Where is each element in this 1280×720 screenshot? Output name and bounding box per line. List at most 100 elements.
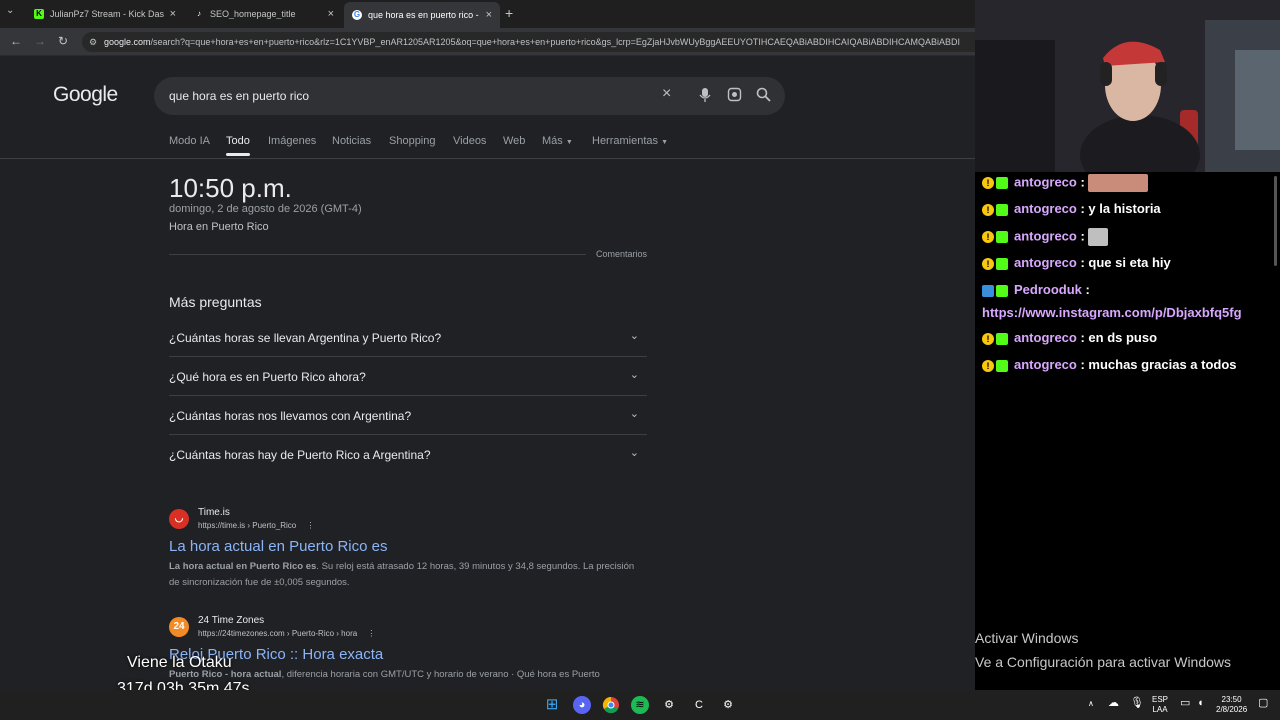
- badge-icon: !: [982, 359, 994, 372]
- chevron-up-icon[interactable]: ∧: [1088, 699, 1094, 709]
- clear-icon[interactable]: ×: [662, 85, 671, 103]
- url-field[interactable]: ⚙ google.com/search?q=que+hora+es+en+pue…: [82, 32, 975, 52]
- result-title[interactable]: La hora actual en Puerto Rico es: [169, 538, 387, 555]
- tab-modo-ia[interactable]: Modo IA: [169, 135, 210, 147]
- time-location: Hora en Puerto Rico: [169, 221, 269, 233]
- browser-tab-bar: ⌄ K JulianPz7 Stream - Kick Dashbo × ♪ S…: [0, 0, 975, 28]
- search-input[interactable]: que hora es en puerto rico: [169, 89, 309, 103]
- chevron-down-icon: ⌄: [629, 369, 639, 381]
- ccleaner-icon[interactable]: C: [690, 696, 708, 714]
- tab-kick-dashboard[interactable]: K JulianPz7 Stream - Kick Dashbo ×: [26, 4, 184, 24]
- divider: [0, 158, 975, 159]
- tab-herramientas[interactable]: Herramientas ▼: [592, 135, 668, 147]
- webcam-feed: [975, 0, 1280, 172]
- google-results-page: Google que hora es en puerto rico × Modo…: [0, 56, 975, 690]
- tab-shopping[interactable]: Shopping: [389, 135, 436, 147]
- tab-imagenes[interactable]: Imágenes: [268, 135, 316, 147]
- google-icon: G: [352, 10, 362, 20]
- tab-videos[interactable]: Videos: [453, 135, 486, 147]
- chat-message: ! antogreco : y la historia: [982, 201, 1161, 216]
- search-box[interactable]: que hora es en puerto rico ×: [154, 77, 785, 115]
- current-date: domingo, 2 de agosto de 2026 (GMT-4): [169, 203, 362, 215]
- microphone-icon[interactable]: 🎙: [1130, 698, 1144, 709]
- volume-icon[interactable]: ◖: [1197, 698, 1204, 709]
- question-item[interactable]: ¿Cuántas horas nos llevamos con Argentin…: [169, 396, 647, 435]
- chevron-down-icon: ⌄: [629, 408, 639, 420]
- forward-icon[interactable]: →: [34, 34, 46, 48]
- result-snippet: La hora actual en Puerto Rico es. Su rel…: [169, 561, 635, 588]
- tab-seo-homepage[interactable]: ♪ SEO_homepage_title ×: [186, 4, 342, 24]
- clock[interactable]: 23:50 2/8/2026: [1216, 695, 1247, 715]
- chrome-icon[interactable]: [602, 696, 620, 714]
- question-item[interactable]: ¿Qué hora es en Puerto Rico ahora? ⌄: [169, 357, 647, 396]
- site-info-icon[interactable]: ⚙: [89, 32, 97, 52]
- settings-icon[interactable]: ⚙: [719, 696, 737, 714]
- back-icon[interactable]: ←: [10, 34, 22, 48]
- verified-icon: [996, 203, 1008, 216]
- search-icon[interactable]: [756, 87, 771, 105]
- chat-scrollbar[interactable]: [1274, 176, 1277, 266]
- more-options-icon[interactable]: ⋮: [307, 521, 315, 530]
- feedback-link[interactable]: Comentarios: [596, 249, 647, 259]
- chat-message: ! antogreco :: [982, 174, 1149, 192]
- tab-google-search[interactable]: G que hora es en puerto rico - Bu ×: [344, 2, 500, 28]
- microphone-icon[interactable]: [699, 87, 711, 106]
- more-questions-title: Más preguntas: [169, 294, 262, 310]
- activate-windows-watermark: Activar Windows Ve a Configuración para …: [975, 630, 1232, 670]
- chevron-down-icon: ⌄: [629, 447, 639, 459]
- chat-message: ! antogreco :: [982, 228, 1109, 246]
- spotify-icon[interactable]: ≋: [631, 696, 649, 714]
- new-tab-button[interactable]: +: [505, 5, 513, 21]
- tab-noticias[interactable]: Noticias: [332, 135, 371, 147]
- stream-chat: ! antogreco : ! antogreco : y la historia …: [975, 172, 1280, 690]
- result-url[interactable]: https://24timezones.com › Puerto-Rico › …: [198, 629, 375, 638]
- tab-web[interactable]: Web: [503, 135, 525, 147]
- timeis-favicon[interactable]: ◡: [169, 509, 189, 529]
- close-icon[interactable]: ×: [328, 8, 334, 20]
- current-time: 10:50 p.m.: [169, 173, 292, 203]
- google-logo[interactable]: Google: [53, 83, 118, 107]
- tab-search-icon[interactable]: ⌄: [6, 5, 14, 16]
- 24timezones-favicon[interactable]: 24: [169, 617, 189, 637]
- verified-icon: [996, 177, 1008, 189]
- network-icon[interactable]: ▭: [1180, 698, 1190, 709]
- chat-message: ! antogreco : en ds puso: [982, 330, 1157, 345]
- tab-mas[interactable]: Más ▼: [542, 135, 573, 147]
- stream-overlay-text: Viene la Otaku: [127, 654, 232, 671]
- reload-icon[interactable]: ↻: [58, 34, 68, 48]
- chat-message: ! antogreco : que si eta hiy: [982, 255, 1171, 270]
- verified-icon: [996, 332, 1008, 345]
- lens-icon[interactable]: [727, 87, 742, 105]
- caret-down-icon: ▼: [661, 139, 669, 146]
- caret-down-icon: ▼: [565, 139, 573, 146]
- more-options-icon[interactable]: ⋮: [367, 629, 375, 638]
- badge-icon: [982, 284, 994, 297]
- kick-icon: K: [34, 9, 44, 19]
- emote-image: [1088, 228, 1109, 246]
- close-icon[interactable]: ×: [170, 8, 176, 20]
- chat-link[interactable]: https://www.instagram.com/p/Dbjaxbfq5fg: [982, 305, 1242, 320]
- discord-icon[interactable]: ◕: [573, 696, 591, 714]
- chat-message: ! antogreco : muchas gracias a todos: [982, 357, 1237, 372]
- steam-icon[interactable]: ⚙: [660, 696, 678, 714]
- result-site[interactable]: Time.is: [198, 507, 230, 518]
- result-url[interactable]: https://time.is › Puerto_Rico ⋮: [198, 521, 315, 530]
- badge-icon: !: [982, 177, 994, 189]
- windows-taskbar: ⊞ ◕ ≋ ⚙ C ⚙ ∧ ☁ 🎙 ESP LAA ▭ ◖ 23:50 2/8/…: [0, 690, 1280, 720]
- result-site[interactable]: 24 Time Zones: [198, 615, 264, 626]
- badge-icon: !: [982, 257, 994, 270]
- notification-icon[interactable]: ▢: [1258, 698, 1268, 709]
- verified-icon: [996, 257, 1008, 270]
- tab-todo[interactable]: Todo: [226, 135, 250, 156]
- badge-icon: !: [982, 203, 994, 216]
- tiktok-icon: ♪: [197, 9, 201, 18]
- close-icon[interactable]: ×: [486, 9, 492, 21]
- chat-message: Pedrooduk :: [982, 282, 1090, 297]
- language-indicator[interactable]: ESP LAA: [1152, 695, 1168, 715]
- question-item[interactable]: ¿Cuántas horas hay de Puerto Rico a Arge…: [169, 435, 647, 474]
- emote-image: [1088, 174, 1149, 192]
- windows-start-icon[interactable]: ⊞: [543, 696, 561, 714]
- divider: [169, 254, 586, 255]
- cloud-icon[interactable]: ☁: [1108, 698, 1119, 709]
- question-item[interactable]: ¿Cuántas horas se llevan Argentina y Pue…: [169, 318, 647, 357]
